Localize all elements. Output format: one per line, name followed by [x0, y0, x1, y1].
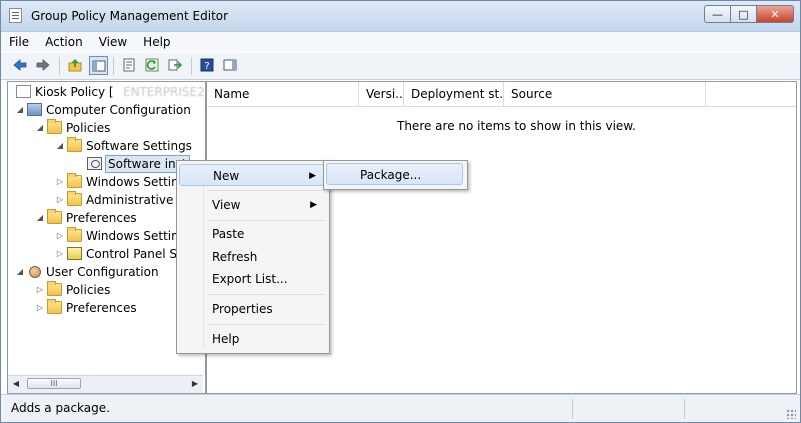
policy-document-icon [9, 8, 22, 23]
window-title: Group Policy Management Editor [31, 9, 229, 23]
menu-view[interactable]: View [91, 35, 135, 49]
main-window: Group Policy Management Editor — □ ✕ Fil… [0, 0, 801, 423]
show-hide-tree-icon [92, 60, 106, 72]
collapsed-arrow-icon[interactable]: ▷ [36, 281, 44, 299]
menu-file[interactable]: File [1, 35, 37, 49]
folder-icon [47, 209, 62, 224]
scroll-thumb[interactable]: III [27, 378, 81, 389]
folder-icon [67, 191, 82, 206]
status-text: Adds a package. [11, 401, 110, 415]
tree-horizontal-scrollbar[interactable]: ◀ III ▶ [8, 375, 203, 393]
software-installation-icon [87, 157, 102, 170]
folder-icon [67, 227, 82, 242]
title-bar[interactable]: Group Policy Management Editor — □ ✕ [1, 1, 800, 32]
toolbar-separator [191, 57, 192, 75]
back-icon [13, 59, 27, 71]
menu-separator [207, 324, 325, 325]
policy-document-icon [16, 85, 31, 98]
folder-icon [47, 119, 62, 134]
folder-icon [67, 173, 82, 188]
context-menu: New ▶ View ▶ Paste Refresh Export List..… [176, 160, 330, 354]
minimize-button[interactable]: — [704, 5, 730, 23]
expanded-arrow-icon[interactable]: ◢ [16, 101, 24, 119]
toolbar-separator [113, 57, 114, 75]
up-folder-button[interactable] [66, 56, 85, 75]
context-menu-new[interactable]: New ▶ [179, 164, 325, 186]
close-button[interactable]: ✕ [756, 5, 794, 23]
svg-text:?: ? [204, 61, 209, 72]
folder-icon [47, 299, 62, 314]
control-panel-icon [67, 247, 82, 260]
forward-icon [36, 59, 50, 71]
menu-bar: File Action View Help [1, 32, 800, 52]
menu-separator [207, 190, 325, 191]
collapsed-arrow-icon[interactable]: ▷ [56, 227, 64, 245]
show-action-pane-button[interactable] [221, 56, 240, 75]
help-icon: ? [200, 58, 214, 72]
up-folder-icon [68, 59, 82, 72]
collapsed-arrow-icon[interactable]: ▷ [56, 191, 64, 209]
context-menu-paste[interactable]: Paste [179, 223, 325, 245]
toolbar: ? [1, 53, 800, 80]
status-bar: Adds a package. [1, 394, 800, 422]
context-menu-properties[interactable]: Properties [179, 298, 325, 320]
scroll-left-arrow-icon[interactable]: ◀ [11, 379, 21, 389]
context-menu-view[interactable]: View ▶ [179, 194, 325, 216]
status-divider [684, 399, 685, 419]
menu-separator [207, 220, 325, 221]
column-deployment-state[interactable]: Deployment st... [404, 82, 504, 106]
properties-button[interactable] [120, 56, 139, 75]
help-button[interactable]: ? [198, 56, 217, 75]
new-submenu: Package... [323, 160, 468, 190]
back-button[interactable] [11, 56, 30, 75]
submenu-arrow-icon: ▶ [309, 171, 316, 181]
export-list-button[interactable] [166, 56, 185, 75]
blurred-domain-text: ENTERPRISE2.FAST [123, 85, 206, 99]
column-name[interactable]: Name [207, 82, 359, 106]
submenu-package[interactable]: Package... [326, 163, 463, 185]
collapsed-arrow-icon[interactable]: ▷ [56, 245, 64, 263]
context-menu-export-list[interactable]: Export List... [179, 268, 325, 290]
submenu-arrow-icon: ▶ [310, 200, 317, 210]
user-icon [29, 266, 41, 278]
menu-help[interactable]: Help [135, 35, 178, 49]
context-menu-help[interactable]: Help [179, 328, 325, 350]
status-divider [572, 399, 573, 419]
menu-action[interactable]: Action [37, 35, 91, 49]
resize-grip-icon[interactable] [786, 409, 796, 419]
expanded-arrow-icon[interactable]: ◢ [56, 137, 64, 155]
refresh-icon [145, 58, 159, 72]
empty-list-message: There are no items to show in this view. [397, 119, 636, 133]
list-header: Name Versi... Deployment st... Source [207, 82, 796, 107]
export-list-icon [168, 59, 182, 71]
show-hide-tree-button[interactable] [89, 56, 108, 75]
refresh-button[interactable] [143, 56, 162, 75]
window-controls: — □ ✕ [704, 5, 794, 25]
folder-icon [67, 137, 82, 152]
expanded-arrow-icon[interactable]: ◢ [36, 119, 44, 137]
context-menu-refresh[interactable]: Refresh [179, 246, 325, 268]
menu-separator [207, 294, 325, 295]
properties-icon [123, 58, 135, 72]
show-action-pane-icon [223, 59, 237, 71]
toolbar-separator [59, 57, 60, 75]
folder-icon [47, 281, 62, 296]
scroll-right-arrow-icon[interactable]: ▶ [190, 379, 200, 389]
collapsed-arrow-icon[interactable]: ▷ [36, 299, 44, 317]
expanded-arrow-icon[interactable]: ◢ [16, 263, 24, 281]
column-source[interactable]: Source [504, 82, 706, 106]
collapsed-arrow-icon[interactable]: ▷ [56, 173, 64, 191]
computer-icon [27, 103, 42, 116]
maximize-button[interactable]: □ [730, 5, 756, 23]
forward-button[interactable] [34, 56, 53, 75]
column-version[interactable]: Versi... [359, 82, 404, 106]
expanded-arrow-icon[interactable]: ◢ [36, 209, 44, 227]
